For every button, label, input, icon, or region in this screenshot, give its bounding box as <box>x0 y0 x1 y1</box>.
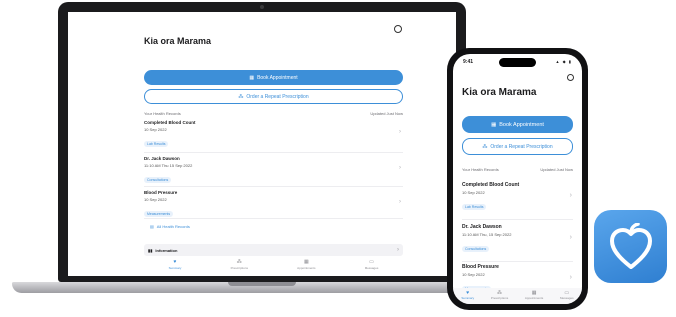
book-icon: ▮▮ <box>148 247 153 253</box>
status-icons: ▲ ◆ ▮ <box>555 59 572 64</box>
laptop-screen: Kia ora Marama ▦ Book Appointment ⁂ Orde… <box>68 12 456 276</box>
status-time: 9:41 <box>463 59 474 65</box>
pills-icon: ⁂ <box>238 93 244 100</box>
record-date: 10 Sep 2022 <box>144 127 167 132</box>
tab-label: Messages <box>559 296 574 300</box>
calendar-icon: ▦ <box>249 74 255 81</box>
records-icon: ▤ <box>150 223 154 229</box>
all-health-records-label: All Health Records <box>156 223 190 229</box>
record-title: Blood Pressure <box>144 190 178 195</box>
dynamic-island <box>499 58 536 67</box>
phone-mockup: 9:41 ▲ ◆ ▮ Kia ora Marama ▦ Book Appoint… <box>447 48 588 310</box>
chevron-right-icon: › <box>569 274 572 281</box>
records-updated: Updated Just Now <box>540 167 573 172</box>
message-icon: ▭ <box>369 259 374 265</box>
tab-summary[interactable]: ♥ Summary <box>168 259 182 271</box>
records-updated: Updated Just Now <box>370 111 403 116</box>
chevron-right-icon: › <box>399 165 401 171</box>
book-appointment-button[interactable]: ▦ Book Appointment <box>462 116 573 133</box>
calendar-icon: ▦ <box>303 259 309 265</box>
tab-bar: ♥ Summary ⁂ Prescriptions ▦ Appointments… <box>144 259 403 271</box>
pills-icon: ⁂ <box>236 259 242 265</box>
list-item[interactable]: Blood Pressure 10 Sep 2022 Measurements … <box>144 190 403 219</box>
apple-heart-icon <box>609 222 652 269</box>
profile-icon[interactable] <box>567 74 574 81</box>
tab-label: Prescriptions <box>490 296 509 300</box>
chevron-right-icon: › <box>399 199 401 205</box>
tab-label: Appointments <box>297 266 316 270</box>
repeat-prescription-label: Order a Repeat Prescription <box>246 93 309 100</box>
book-appointment-label: Book Appointment <box>257 74 298 81</box>
pills-icon: ⁂ <box>482 143 488 150</box>
heart-icon: ♥ <box>173 259 177 265</box>
list-item[interactable]: Completed Blood Count 10 Sep 2022 Lab Re… <box>144 120 403 153</box>
tab-prescriptions[interactable]: ⁂ Prescriptions <box>230 259 248 271</box>
tab-messages[interactable]: ▭ Messages <box>364 259 379 271</box>
repeat-prescription-button[interactable]: ⁂ Order a Repeat Prescription <box>144 89 403 104</box>
record-title: Blood Pressure <box>462 264 499 270</box>
chevron-right-icon: › <box>399 129 401 135</box>
tab-summary[interactable]: ♥ Summary <box>461 290 474 304</box>
records-heading: Your Health Records <box>462 167 499 172</box>
list-item[interactable]: Blood Pressure 10 Sep 2022 Measurements … <box>462 264 573 292</box>
tab-prescriptions[interactable]: ⁂ Prescriptions <box>491 290 508 304</box>
record-category-badge: Consultations <box>144 177 172 183</box>
record-category-badge: Lab Results <box>144 141 169 147</box>
record-date: 10 Sep 2022 <box>144 197 167 202</box>
profile-icon[interactable] <box>394 25 402 33</box>
record-title: Dr. Jack Dawson <box>462 224 502 230</box>
record-category-badge: Lab Results <box>462 204 487 210</box>
page-title: Kia ora Marama <box>462 87 537 98</box>
record-category-badge: Consultations <box>462 246 490 252</box>
tab-label: Summary <box>461 296 475 300</box>
laptop-notch <box>228 282 296 286</box>
chevron-right-icon: › <box>397 247 399 253</box>
tab-label: Appointments <box>524 296 544 300</box>
list-item[interactable]: Dr. Jack Dawson 11:10 AM Thu, 15 Sep 202… <box>462 224 573 262</box>
tab-bar: ♥ Summary ⁂ Prescriptions ▦ Appointments… <box>453 288 582 304</box>
record-date: 10 Sep 2022 <box>462 272 485 277</box>
records-header: Your Health Records Updated Just Now <box>462 167 573 172</box>
chevron-right-icon: › <box>569 192 572 199</box>
chevron-right-icon: › <box>569 234 572 241</box>
record-title: Completed Blood Count <box>462 182 520 188</box>
record-date: 11:10 AM Thu, 15 Sep 2022 <box>462 232 512 237</box>
tab-appointments[interactable]: ▦ Appointments <box>297 259 316 271</box>
repeat-prescription-button[interactable]: ⁂ Order a Repeat Prescription <box>462 138 573 155</box>
phone-screen: 9:41 ▲ ◆ ▮ Kia ora Marama ▦ Book Appoint… <box>453 54 582 304</box>
repeat-prescription-label: Order a Repeat Prescription <box>490 143 553 150</box>
records-header: Your Health Records Updated Just Now <box>144 111 403 116</box>
information-row[interactable]: ▮▮ Information › <box>144 244 403 256</box>
tab-appointments[interactable]: ▦ Appointments <box>525 290 543 304</box>
list-item[interactable]: Dr. Jack Dawson 11:10 AM Thu 15 Sep 2022… <box>144 156 403 187</box>
tab-label: Summary <box>168 266 182 270</box>
camera-icon <box>260 5 264 9</box>
record-category-badge: Measurements <box>144 211 174 217</box>
record-title: Dr. Jack Dawson <box>144 156 180 161</box>
calendar-icon: ▦ <box>491 121 497 128</box>
all-health-records-link[interactable]: ▤ All Health Records <box>144 220 403 232</box>
record-title: Completed Blood Count <box>144 120 196 125</box>
page-title: Kia ora Marama <box>144 36 212 46</box>
list-item[interactable]: Completed Blood Count 10 Sep 2022 Lab Re… <box>462 182 573 220</box>
records-heading: Your Health Records <box>144 111 181 116</box>
book-appointment-button[interactable]: ▦ Book Appointment <box>144 70 403 85</box>
tab-label: Prescriptions <box>230 266 248 270</box>
app-icon <box>594 210 667 283</box>
tab-label: Messages <box>364 266 379 270</box>
record-date: 11:10 AM Thu 15 Sep 2022 <box>144 163 193 168</box>
tab-messages[interactable]: ▭ Messages <box>560 290 574 304</box>
record-date: 10 Sep 2022 <box>462 190 485 195</box>
book-appointment-label: Book Appointment <box>499 121 544 128</box>
information-label: Information <box>155 247 178 253</box>
